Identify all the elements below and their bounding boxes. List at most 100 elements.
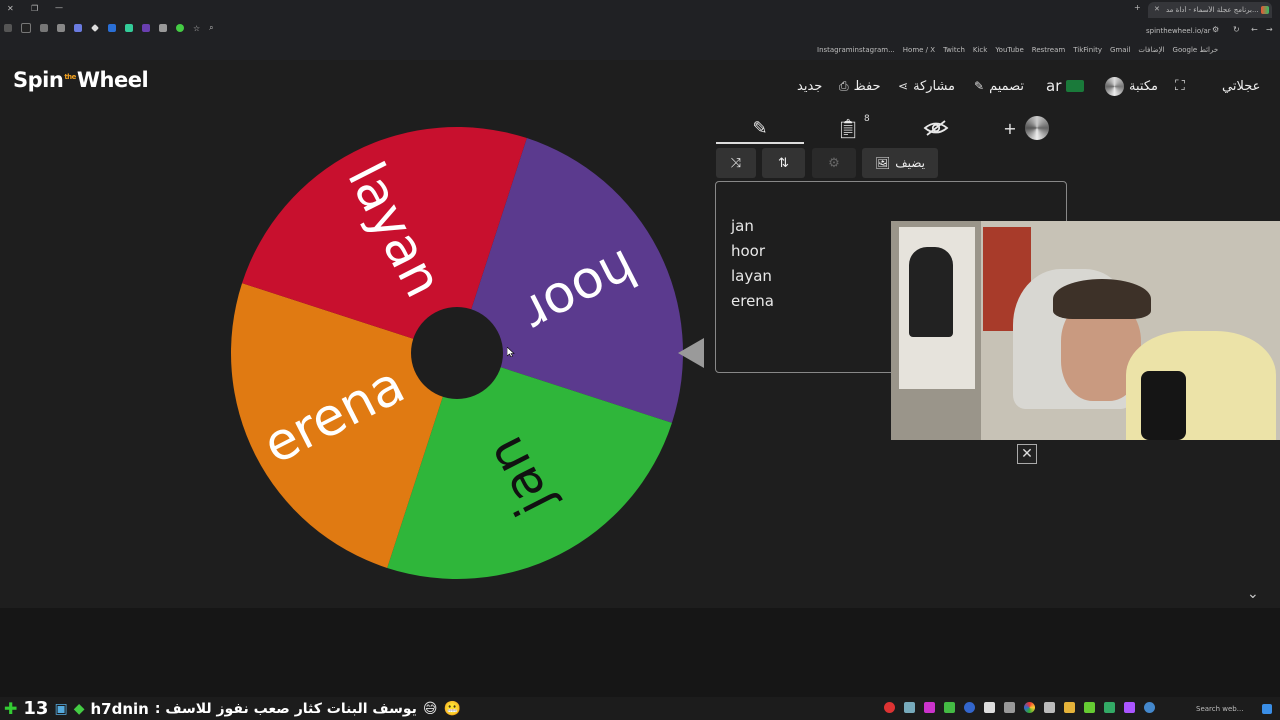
- bookmark-item[interactable]: TikFinity: [1073, 46, 1102, 54]
- taskbar-apps: [884, 702, 1155, 713]
- bookmarks-bar: Instagraminstagram... Home / X Twitch Ki…: [0, 42, 1280, 61]
- taskbar-app-icon[interactable]: [1124, 702, 1135, 713]
- add-wheel-tab[interactable]: +: [996, 114, 1056, 142]
- bookmark-item[interactable]: Google خرائط: [1173, 46, 1219, 54]
- taskbar-app-icon[interactable]: [1084, 702, 1095, 713]
- language-label: ar: [1046, 77, 1062, 95]
- save-label: حفظ: [853, 78, 881, 94]
- taskbar-app-icon[interactable]: [924, 702, 935, 713]
- taskbar-app-icon[interactable]: [1104, 702, 1115, 713]
- site-settings-icon[interactable]: ⚙: [1212, 25, 1219, 34]
- wheel-pointer-icon: [678, 338, 704, 368]
- forward-icon[interactable]: →: [1266, 25, 1273, 34]
- new-label: جديد: [797, 78, 823, 94]
- fullscreen-icon: ⛶: [1175, 78, 1185, 94]
- chat-username: h7dnin: [90, 699, 149, 718]
- design-label: تصميم: [989, 78, 1025, 94]
- taskbar-app-icon[interactable]: [984, 702, 995, 713]
- tab-hidden[interactable]: [914, 114, 958, 142]
- extension-icon[interactable]: [125, 24, 133, 32]
- extension-icon[interactable]: [142, 24, 150, 32]
- extension-icon[interactable]: [21, 23, 31, 33]
- extension-icon[interactable]: [108, 24, 116, 32]
- spin-wheel[interactable]: hoorjanerenalayan: [220, 118, 700, 588]
- chat-message: : يوسف البنات كثار صعب نفوز للاسف: [154, 700, 417, 717]
- taskbar-search[interactable]: Search web...: [1196, 705, 1243, 713]
- spin-the-wheel-logo[interactable]: SpintheWheel: [13, 68, 149, 92]
- image-icon: 🖼︎: [874, 156, 891, 170]
- extension-icon[interactable]: [4, 24, 12, 32]
- address-bar[interactable]: spinthewheel.io/ar: [1146, 27, 1211, 35]
- library-button[interactable]: مكتبة: [1105, 76, 1158, 96]
- extension-icon[interactable]: [57, 24, 65, 32]
- new-button[interactable]: جديد: [797, 76, 822, 96]
- wheel-center-hub[interactable]: [411, 307, 503, 399]
- new-tab-icon[interactable]: +: [1134, 3, 1141, 12]
- logo-text-the: the: [64, 73, 76, 81]
- add-image-button[interactable]: 🖼︎ يضيف: [862, 148, 938, 178]
- wheel-icon: [1105, 76, 1124, 96]
- stream-chat-overlay: ✚ 13 ▣ ◆ h7dnin : يوسف البنات كثار صعب ن…: [4, 697, 461, 720]
- bookmark-item[interactable]: Twitch: [943, 46, 965, 54]
- extension-icon[interactable]: [159, 24, 167, 32]
- emoji-icon: 😅: [422, 700, 438, 717]
- tab-edit[interactable]: ✎: [738, 114, 782, 142]
- tab-results[interactable]: 📋︎ 8: [826, 114, 870, 142]
- restore-window-icon[interactable]: ❐: [31, 4, 38, 13]
- minimize-window-icon[interactable]: —: [55, 3, 63, 12]
- back-icon[interactable]: ←: [1251, 25, 1258, 34]
- extension-icon[interactable]: [74, 24, 82, 32]
- close-window-icon[interactable]: ✕: [7, 4, 14, 13]
- browser-tab[interactable]: ✕ برنامج عجلة الأسماء - أداة مد...: [1148, 2, 1272, 18]
- gear-icon: ⚙: [828, 155, 840, 171]
- windows-start-icon[interactable]: [1262, 704, 1272, 714]
- chat-count: 13: [23, 698, 49, 719]
- taskbar-app-icon[interactable]: [884, 702, 895, 713]
- fullscreen-button[interactable]: ⛶: [1175, 76, 1185, 96]
- folder-icon[interactable]: [1064, 702, 1075, 713]
- bookmark-item[interactable]: Restream: [1032, 46, 1065, 54]
- poster-figure: [909, 247, 953, 337]
- wheel-thumbnail-icon: [1024, 116, 1049, 140]
- language-button[interactable]: ar: [1046, 76, 1085, 96]
- active-tab-indicator: [716, 142, 804, 144]
- library-label: مكتبة: [1129, 78, 1158, 94]
- share-button[interactable]: ⋖ مشاركة: [898, 76, 955, 96]
- taskbar-app-icon[interactable]: [964, 702, 975, 713]
- add-image-label: يضيف: [895, 156, 926, 170]
- extension-icon[interactable]: [40, 24, 48, 32]
- logo-text-wheel: Wheel: [76, 68, 149, 92]
- zoom-icon[interactable]: ⌕: [209, 23, 213, 33]
- entry-line: hoor: [731, 242, 766, 260]
- bookmark-item[interactable]: Kick: [973, 46, 987, 54]
- emoji-icon: 😬: [443, 700, 461, 717]
- shuffle-button[interactable]: ⤨: [716, 148, 756, 178]
- design-button[interactable]: ✎ تصميم: [974, 76, 1024, 96]
- chat-badge-icon: ▣: [54, 700, 68, 717]
- mouse-cursor-icon: [507, 347, 515, 357]
- chrome-icon[interactable]: [1024, 702, 1035, 713]
- taskbar-app-icon[interactable]: [904, 702, 915, 713]
- extension-icon[interactable]: [176, 24, 184, 32]
- star-icon[interactable]: ☆: [193, 24, 200, 33]
- my-wheels-button[interactable]: عجلاتي: [1222, 76, 1260, 96]
- extension-icon[interactable]: [91, 24, 99, 32]
- plus-icon: +: [1003, 118, 1017, 138]
- bookmark-item[interactable]: الإضافات: [1138, 46, 1164, 54]
- bookmark-item[interactable]: Instagraminstagram...: [817, 46, 895, 54]
- sort-button[interactable]: ⇅: [762, 148, 805, 178]
- save-button[interactable]: ⎙ حفظ: [839, 76, 881, 96]
- tab-close-icon[interactable]: ✕: [1154, 5, 1160, 13]
- chevron-down-icon[interactable]: ⌄: [1247, 586, 1259, 602]
- advanced-button[interactable]: ⚙: [812, 148, 856, 178]
- taskbar-app-icon[interactable]: [944, 702, 955, 713]
- bookmark-item[interactable]: Home / X: [903, 46, 935, 54]
- bookmark-item[interactable]: YouTube: [995, 46, 1023, 54]
- taskbar-app-icon[interactable]: [1144, 702, 1155, 713]
- bookmark-item[interactable]: Gmail: [1110, 46, 1130, 54]
- share-label: مشاركة: [913, 78, 956, 94]
- taskbar-app-icon[interactable]: [1004, 702, 1015, 713]
- reload-icon[interactable]: ↻: [1233, 25, 1240, 34]
- close-icon[interactable]: ✕: [1017, 444, 1037, 464]
- taskbar-app-icon[interactable]: [1044, 702, 1055, 713]
